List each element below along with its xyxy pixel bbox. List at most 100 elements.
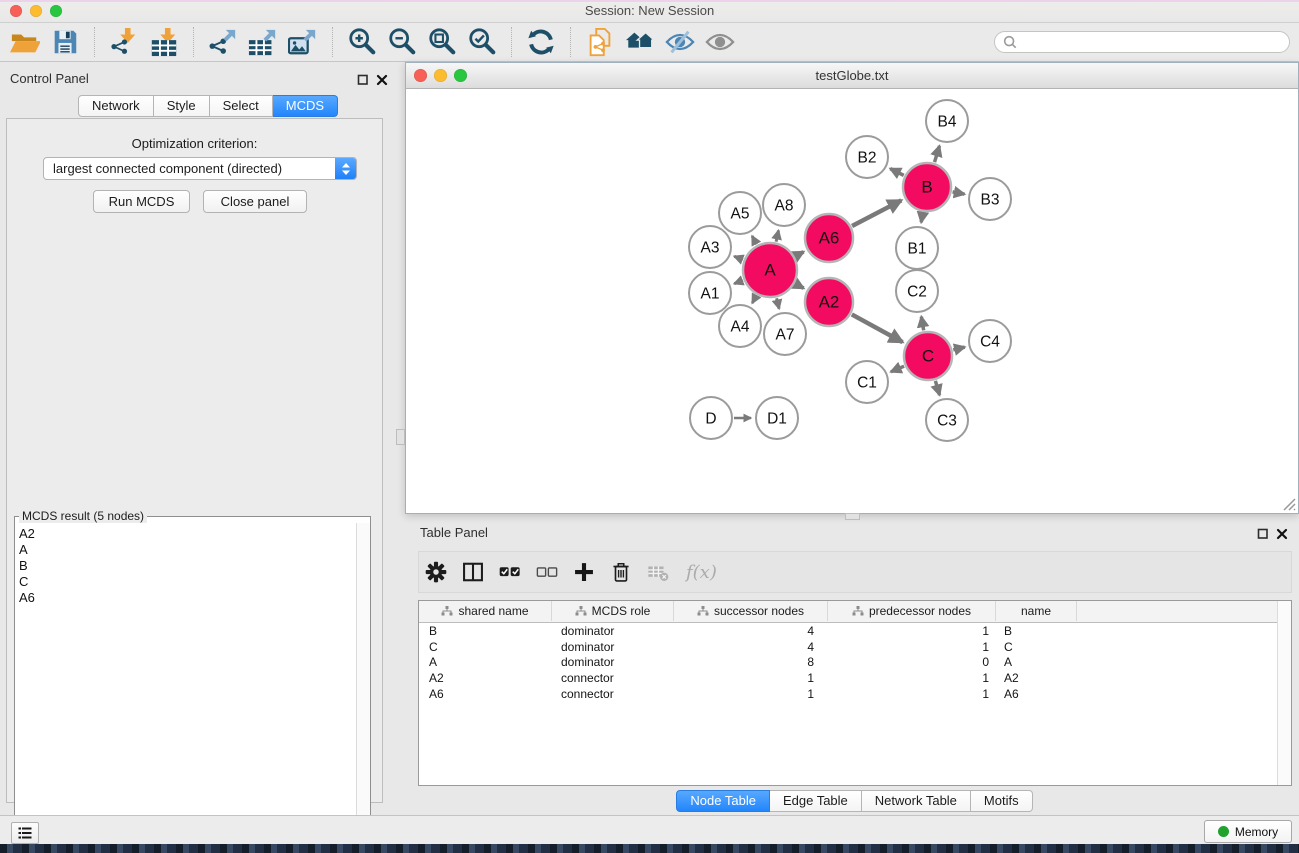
export-image-icon: [288, 27, 318, 57]
search-input[interactable]: [1022, 32, 1289, 52]
mcds-result-scrollbar[interactable]: [356, 523, 370, 846]
control-panel-float-button[interactable]: [357, 73, 370, 86]
table-row[interactable]: A6connector11A6: [419, 686, 1278, 702]
houses-icon: [625, 27, 655, 57]
graph-node-C3[interactable]: C3: [926, 399, 968, 441]
select-all-button[interactable]: [499, 559, 521, 585]
table-panel-float-button[interactable]: [1257, 527, 1270, 540]
mcds-result-item[interactable]: A6: [19, 590, 357, 606]
export-network-button[interactable]: [203, 25, 243, 59]
mcds-result-item[interactable]: A: [19, 542, 357, 558]
cell-MCDS-role: dominator: [552, 624, 674, 638]
open-file-button[interactable]: [5, 25, 45, 59]
hierarchy-icon: [575, 606, 587, 616]
memory-button[interactable]: Memory: [1204, 820, 1292, 843]
table-row[interactable]: A2connector11A2: [419, 670, 1278, 686]
tab-node-table[interactable]: Node Table: [676, 790, 770, 812]
network-graph[interactable]: B4 B2 B B3 A8A5 A6 A3 B1 A A1 C2 A2 A4 A7 C4 C C1 C3 D D1: [406, 89, 1298, 513]
tab-edge-table[interactable]: Edge Table: [770, 790, 862, 812]
tab-select[interactable]: Select: [210, 95, 273, 117]
zoom-fit-button[interactable]: [422, 25, 462, 59]
graph-node-A1[interactable]: A1: [689, 272, 731, 314]
graph-node-label: C4: [980, 334, 1000, 351]
task-history-button[interactable]: [11, 822, 39, 844]
graph-node-A8[interactable]: A8: [763, 184, 805, 226]
tab-network[interactable]: Network: [78, 95, 154, 117]
graph-node-C4[interactable]: C4: [969, 320, 1011, 362]
graph-edge-A-A1: [734, 280, 743, 283]
tab-network-table[interactable]: Network Table: [862, 790, 971, 812]
graph-node-A[interactable]: A: [743, 243, 797, 297]
add-button[interactable]: [573, 559, 595, 585]
table-scrollbar[interactable]: [1277, 601, 1291, 785]
export-image-button[interactable]: [283, 25, 323, 59]
zoom-out-button[interactable]: [382, 25, 422, 59]
zoom-in-button[interactable]: [342, 25, 382, 59]
graph-node-D[interactable]: D: [690, 397, 732, 439]
save-session-button[interactable]: [45, 25, 85, 59]
table-row[interactable]: Adominator80A: [419, 655, 1278, 671]
export-network-icon: [208, 27, 238, 57]
table-row[interactable]: Cdominator41C: [419, 639, 1278, 655]
memory-label: Memory: [1235, 825, 1278, 839]
deselect-all-icon: [536, 560, 558, 584]
column-header-successor-nodes[interactable]: successor nodes: [674, 601, 828, 621]
control-panel-close-button[interactable]: [376, 73, 389, 86]
graph-node-A4[interactable]: A4: [719, 305, 761, 347]
divider-handle-horizontal[interactable]: [845, 513, 860, 520]
table-row[interactable]: Bdominator41B: [419, 623, 1278, 639]
column-header-MCDS-role[interactable]: MCDS role: [552, 601, 674, 621]
graph-node-label: A7: [776, 327, 795, 344]
network-canvas[interactable]: B4 B2 B B3 A8A5 A6 A3 B1 A A1 C2 A2 A4 A7 C4 C C1 C3 D D1: [406, 89, 1298, 513]
graph-node-A5[interactable]: A5: [719, 192, 761, 234]
mcds-result-item[interactable]: C: [19, 574, 357, 590]
graph-node-C1[interactable]: C1: [846, 361, 888, 403]
column-header-shared-name[interactable]: shared name: [419, 601, 552, 621]
graph-node-B4[interactable]: B4: [926, 100, 968, 142]
run-mcds-button[interactable]: Run MCDS: [93, 190, 190, 213]
mcds-result-item[interactable]: B: [19, 558, 357, 574]
tab-motifs[interactable]: Motifs: [971, 790, 1033, 812]
graph-node-A7[interactable]: A7: [764, 313, 806, 355]
refresh-button[interactable]: [521, 25, 561, 59]
search-box[interactable]: [994, 31, 1290, 53]
graph-node-A3[interactable]: A3: [689, 226, 731, 268]
list-icon: [17, 826, 33, 840]
mcds-result-item[interactable]: A2: [19, 526, 357, 542]
tab-mcds[interactable]: MCDS: [273, 95, 338, 117]
import-table-button[interactable]: [144, 25, 184, 59]
graph-node-label: B: [921, 178, 932, 197]
graph-edge-B-B3: [953, 192, 965, 194]
graph-node-C2[interactable]: C2: [896, 270, 938, 312]
mcds-result-title: MCDS result (5 nodes): [19, 509, 147, 523]
graph-node-B3[interactable]: B3: [969, 178, 1011, 220]
graph-node-B[interactable]: B: [903, 163, 951, 211]
graph-node-D1[interactable]: D1: [756, 397, 798, 439]
close-panel-button[interactable]: Close panel: [203, 190, 307, 213]
tab-style[interactable]: Style: [154, 95, 210, 117]
eye-button[interactable]: [700, 25, 740, 59]
resize-grip-icon[interactable]: [1280, 495, 1296, 511]
divider-handle-vertical[interactable]: [396, 429, 405, 445]
split-view-button[interactable]: [462, 559, 484, 585]
graph-node-A2[interactable]: A2: [805, 278, 853, 326]
graph-node-A6[interactable]: A6: [805, 214, 853, 262]
zoom-selected-button[interactable]: [462, 25, 502, 59]
graph-node-B1[interactable]: B1: [896, 227, 938, 269]
documents-share-button[interactable]: [580, 25, 620, 59]
documents-share-icon: [585, 27, 615, 57]
select-stepper-icon[interactable]: [335, 158, 356, 179]
gear-button[interactable]: [425, 559, 447, 585]
table-panel-close-button[interactable]: [1276, 527, 1289, 540]
deselect-all-button[interactable]: [536, 559, 558, 585]
eye-slash-button[interactable]: [660, 25, 700, 59]
houses-button[interactable]: [620, 25, 660, 59]
graph-node-C[interactable]: C: [904, 332, 952, 380]
column-header-name[interactable]: name: [996, 601, 1077, 621]
criterion-select[interactable]: largest connected component (directed): [43, 157, 357, 180]
graph-node-B2[interactable]: B2: [846, 136, 888, 178]
delete-button[interactable]: [610, 559, 632, 585]
column-header-predecessor-nodes[interactable]: predecessor nodes: [828, 601, 996, 621]
import-network-button[interactable]: [104, 25, 144, 59]
export-table-button[interactable]: [243, 25, 283, 59]
